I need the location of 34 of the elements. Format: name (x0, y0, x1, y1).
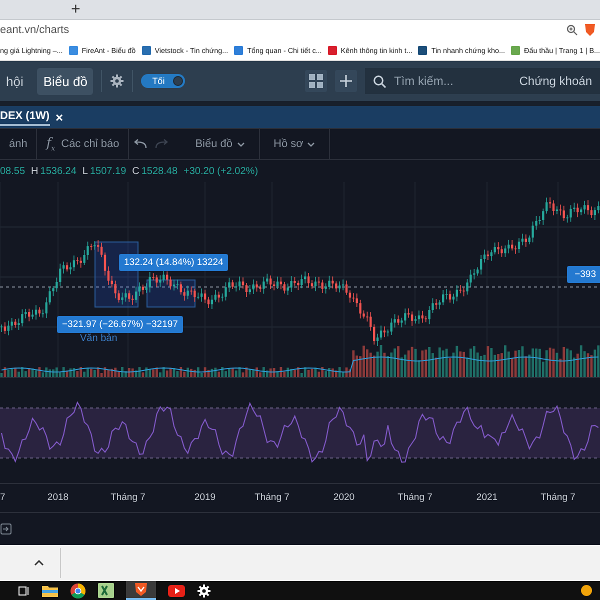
axis-label: Tháng 7 (540, 492, 576, 503)
axis-label: 2020 (333, 492, 355, 503)
toolbar-button[interactable]: ánh (0, 129, 38, 159)
search-field[interactable]: Tìm kiếm... Chứng khoán (365, 68, 600, 94)
ohlc-value: 08.55 (0, 166, 26, 176)
price-change: +30.20 (+2.02%) (184, 166, 258, 176)
measurement-label: −321.97 (−26.67%) −32197 (57, 316, 183, 333)
ohlc-label: L (82, 166, 88, 176)
chart-tab[interactable]: DEX (1W) (0, 108, 50, 126)
new-tab-button[interactable]: + (68, 0, 84, 18)
ohlc-value: 1507.19 (90, 166, 126, 176)
axis-label: 2019 (194, 492, 216, 503)
text-note: Văn bản (78, 333, 120, 344)
price-tag: −393 (566, 266, 600, 283)
dropdown-button[interactable]: Biểu đồ (181, 129, 260, 159)
axis-label: 2018 (47, 492, 69, 503)
close-button[interactable]: × (56, 110, 64, 124)
ohlc-value: 1528.48 (141, 166, 178, 176)
ohlc-label: C (132, 166, 140, 176)
nav-tab[interactable]: Biểu đồ (37, 68, 94, 94)
nav-tab[interactable]: hội (0, 68, 30, 94)
axis-label: Tháng 7 (110, 492, 146, 503)
indicators-button[interactable]: Các chỉ báo (61, 138, 120, 150)
theme-toggle[interactable]: Tối (141, 74, 186, 88)
dropdown-button[interactable]: Hồ sơ (260, 129, 330, 159)
function-icon: f$_{x}$ (46, 136, 56, 152)
axis-label: 2021 (476, 492, 498, 503)
axis-label: 7 (0, 492, 6, 503)
axis-label: Tháng 7 (254, 492, 290, 503)
market-label[interactable]: Chứng khoán (519, 74, 592, 88)
ohlc-value: 1536.24 (40, 166, 76, 176)
axis-label: Tháng 7 (398, 492, 432, 503)
measurement-label: 132.24 (14.84%) 13224 (119, 254, 228, 271)
ohlc-label: H (31, 166, 38, 176)
